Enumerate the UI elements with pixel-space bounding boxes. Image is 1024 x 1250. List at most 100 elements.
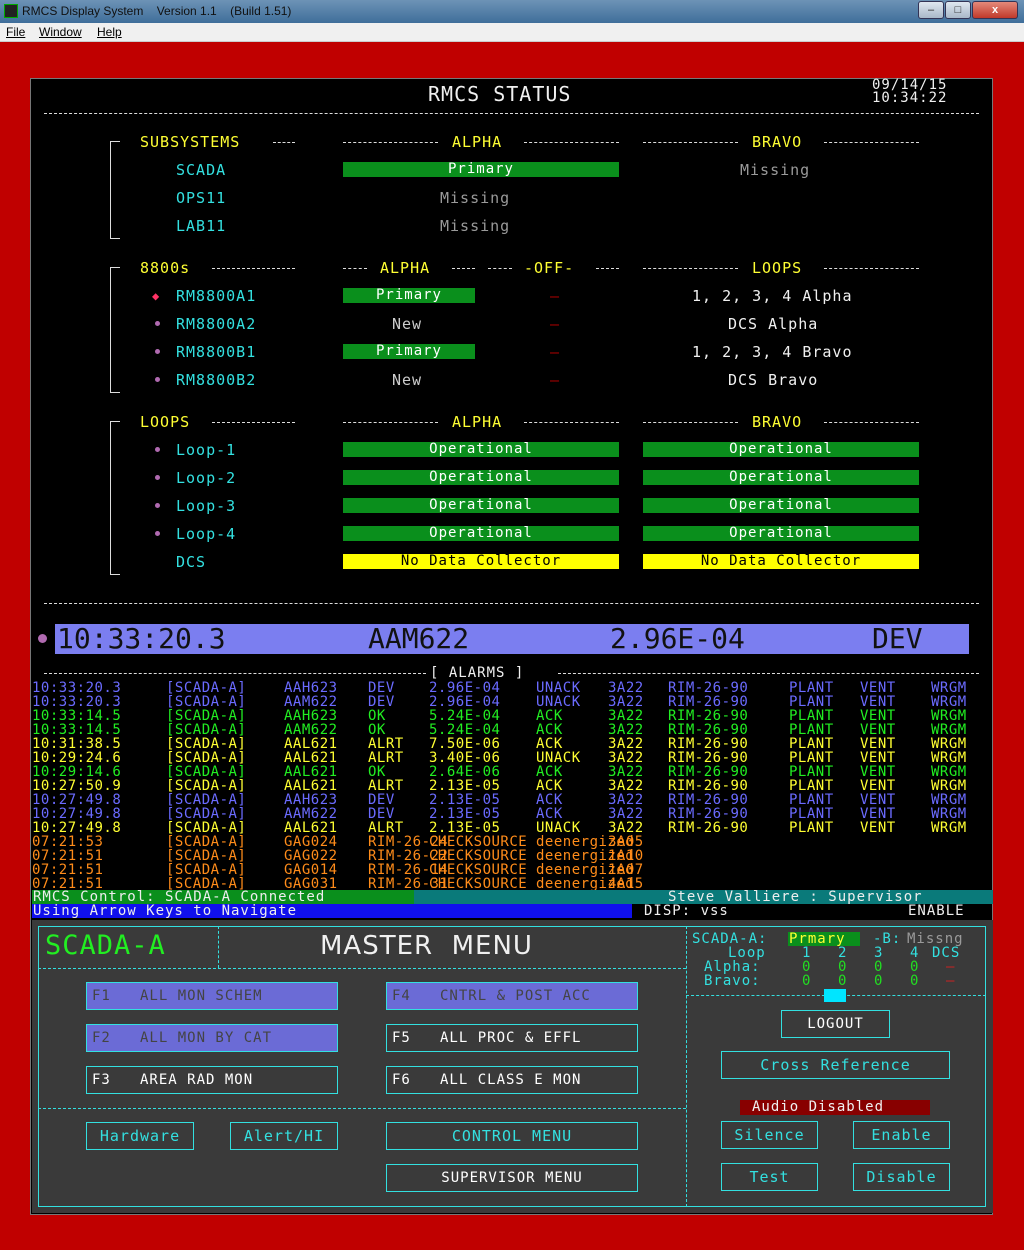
supervisor-menu-button[interactable]: SUPERVISOR MENU <box>386 1164 638 1192</box>
heading-rule <box>824 422 919 423</box>
alarm-row[interactable]: 10:27:50.9 [SCADA-A] AAL621 ALRT 2.13E-05 ACK… <box>32 779 992 793</box>
navigation-hint: Using Arrow Keys to Navigate <box>33 903 298 919</box>
loop-2[interactable]: Loop-2 <box>176 470 236 486</box>
f3-button[interactable]: F3 AREA RAD MON <box>86 1066 338 1094</box>
alarm-cell-id: GAG022 <box>284 848 338 864</box>
menu-help[interactable]: Help <box>97 25 122 39</box>
alarm-cell-id: AAL621 <box>284 736 338 752</box>
alarm-cell-b: VENT <box>860 750 896 766</box>
alarm-row[interactable]: 10:27:49.8 [SCADA-A] AAL621 ALRT 2.13E-05 UNA… <box>32 821 992 835</box>
alarm-cell-sys: [SCADA-A] <box>166 694 247 710</box>
scroll-handle[interactable] <box>824 989 846 1002</box>
alarm-row[interactable]: 10:27:49.8 [SCADA-A] AAM622 DEV 2.13E-05 ACK 3… <box>32 807 992 821</box>
f1-button[interactable]: F1 ALL MON SCHEM <box>86 982 338 1010</box>
f5-button[interactable]: F5 ALL PROC & EFFL <box>386 1024 638 1052</box>
rm8800b2-loops: DCS Bravo <box>728 371 819 389</box>
alarm-cell-c2: WRGM <box>931 778 967 794</box>
alarm-row[interactable]: 10:31:38.5 [SCADA-A] AAL621 ALRT 7.50E-06 ACK… <box>32 737 992 751</box>
subsystem-ops11[interactable]: OPS11 <box>176 190 226 206</box>
maximize-button[interactable]: □ <box>945 1 971 19</box>
unit-rm8800b2[interactable]: RM8800B2 <box>176 372 256 388</box>
subsystem-scada[interactable]: SCADA <box>176 162 226 178</box>
alarm-row[interactable]: 07:21:51 [SCADA-A] GAG022 RIM-26-22 CHECKSOU… <box>32 849 992 863</box>
bravo-dcs-count: – <box>946 973 956 989</box>
alarm-cell-val: 2.13E-05 <box>429 806 501 822</box>
test-button[interactable]: Test <box>721 1163 818 1191</box>
bravo-label: Bravo: <box>704 973 761 989</box>
section-bracket <box>110 421 120 575</box>
cross-reference-button[interactable]: Cross Reference <box>721 1051 950 1079</box>
alarm-row[interactable]: 10:33:20.3 [SCADA-A] AAM622 DEV 2.96E-04 UNAC… <box>32 695 992 709</box>
menu-file[interactable]: File <box>6 25 25 39</box>
loop-col-1: 1 <box>802 945 812 961</box>
alarm-row[interactable]: 10:29:14.6 [SCADA-A] AAL621 OK 2.64E-06 ACK 3A… <box>32 765 992 779</box>
lab11-alpha-status: Missing <box>440 217 511 235</box>
enable-indicator: ENABLE <box>908 903 965 919</box>
loop-1-alpha-status: Operational <box>343 442 619 457</box>
alarm-cell-a: PLANT <box>789 778 834 794</box>
unit-rm8800a2[interactable]: RM8800A2 <box>176 316 256 332</box>
alarm-cell-id: GAG014 <box>284 862 338 878</box>
alarm-cell-b: VENT <box>860 694 896 710</box>
close-button[interactable]: x <box>972 1 1018 19</box>
subsystems-heading: SUBSYSTEMS <box>140 133 241 151</box>
silence-button[interactable]: Silence <box>721 1121 818 1149</box>
alarm-cell-time: 10:33:20.3 <box>32 680 122 696</box>
alarm-row[interactable]: 10:29:24.6 [SCADA-A] AAL621 ALRT 3.40E-06 UNA… <box>32 751 992 765</box>
unit-rm8800b1[interactable]: RM8800B1 <box>176 344 256 360</box>
rm8800b2-off: – <box>550 371 561 389</box>
f6-button[interactable]: F6 ALL CLASS E MON <box>386 1066 638 1094</box>
loop-4[interactable]: Loop-4 <box>176 526 236 542</box>
alarm-cell-time: 10:29:24.6 <box>32 750 122 766</box>
alarm-cell-st: DEV <box>368 680 395 696</box>
disable-button[interactable]: Disable <box>853 1163 950 1191</box>
alarm-cell-sys: [SCADA-A] <box>166 722 247 738</box>
alarm-cell-rim: RIM-26-90 <box>668 764 749 780</box>
alarm-cell-sys: [SCADA-A] <box>166 680 247 696</box>
alarm-cell-id: AAM622 <box>284 694 338 710</box>
loop-1-bravo-status: Operational <box>643 442 919 457</box>
latest-alarm-banner[interactable]: 10:33:20.3 AAM622 2.96E-04 DEV <box>55 624 969 654</box>
banner-time: 10:33:20.3 <box>57 622 226 655</box>
subsystem-lab11[interactable]: LAB11 <box>176 218 226 234</box>
alarm-row[interactable]: 10:33:20.3 [SCADA-A] AAH623 DEV 2.96E-04 UNAC… <box>32 681 992 695</box>
hardware-button[interactable]: Hardware <box>86 1122 194 1150</box>
alarm-cell-c2: WRGM <box>931 680 967 696</box>
alarm-cell-rim: RIM-26-90 <box>668 792 749 808</box>
units-heading: 8800s <box>140 259 191 277</box>
control-menu-button[interactable]: CONTROL MENU <box>386 1122 638 1150</box>
enable-button[interactable]: Enable <box>853 1121 950 1149</box>
rm8800a2-loops: DCS Alpha <box>728 315 819 333</box>
alarm-cell-loc: 3A22 <box>608 820 644 836</box>
loop-3[interactable]: Loop-3 <box>176 498 236 514</box>
window-titlebar[interactable]: RMCS Display System Version 1.1 (Build 1… <box>0 0 1024 23</box>
alarm-cell-val: 2.96E-04 <box>429 694 501 710</box>
alarm-cell-b: VENT <box>860 820 896 836</box>
alarm-cell-rim: RIM-26-90 <box>668 680 749 696</box>
f4-button[interactable]: F4 CNTRL & POST ACC <box>386 982 638 1010</box>
loop-dcs[interactable]: DCS <box>176 554 206 570</box>
menu-separator <box>686 926 687 1207</box>
alarm-row[interactable]: 10:33:14.5 [SCADA-A] AAH623 OK 5.24E-04 ACK 3A… <box>32 709 992 723</box>
alarm-row[interactable]: 07:21:51 [SCADA-A] GAG014 RIM-26-14 CHECKSOU… <box>32 863 992 877</box>
minimize-button[interactable]: – <box>918 1 944 19</box>
alarm-cell-val: 2.64E-06 <box>429 764 501 780</box>
alarm-cell-a: PLANT <box>789 694 834 710</box>
menu-window[interactable]: Window <box>39 25 82 39</box>
loop-1[interactable]: Loop-1 <box>176 442 236 458</box>
alarm-row[interactable]: 07:21:53 [SCADA-A] GAG024 RIM-26-24 CHECKSOU… <box>32 835 992 849</box>
f2-button[interactable]: F2 ALL MON BY CAT <box>86 1024 338 1052</box>
alarm-cell-loc: 3A22 <box>608 708 644 724</box>
alarm-cell-sys: [SCADA-A] <box>166 792 247 808</box>
alert-hi-button[interactable]: Alert/HI <box>230 1122 338 1150</box>
alarm-row[interactable]: 10:33:14.5 [SCADA-A] AAM622 OK 5.24E-04 ACK 3A… <box>32 723 992 737</box>
f4-key: F4 <box>392 988 411 1004</box>
alarm-cell-sys: [SCADA-A] <box>166 848 247 864</box>
unit-rm8800a1[interactable]: RM8800A1 <box>176 288 256 304</box>
alarm-row[interactable]: 10:27:49.8 [SCADA-A] AAH623 DEV 2.13E-05 ACK 3… <box>32 793 992 807</box>
display-indicator: DISP: vss <box>644 903 729 919</box>
logout-button[interactable]: LOGOUT <box>781 1010 890 1038</box>
alarm-cell-rim: RIM-26-90 <box>668 750 749 766</box>
section-bracket <box>110 141 120 239</box>
divider <box>44 603 979 604</box>
